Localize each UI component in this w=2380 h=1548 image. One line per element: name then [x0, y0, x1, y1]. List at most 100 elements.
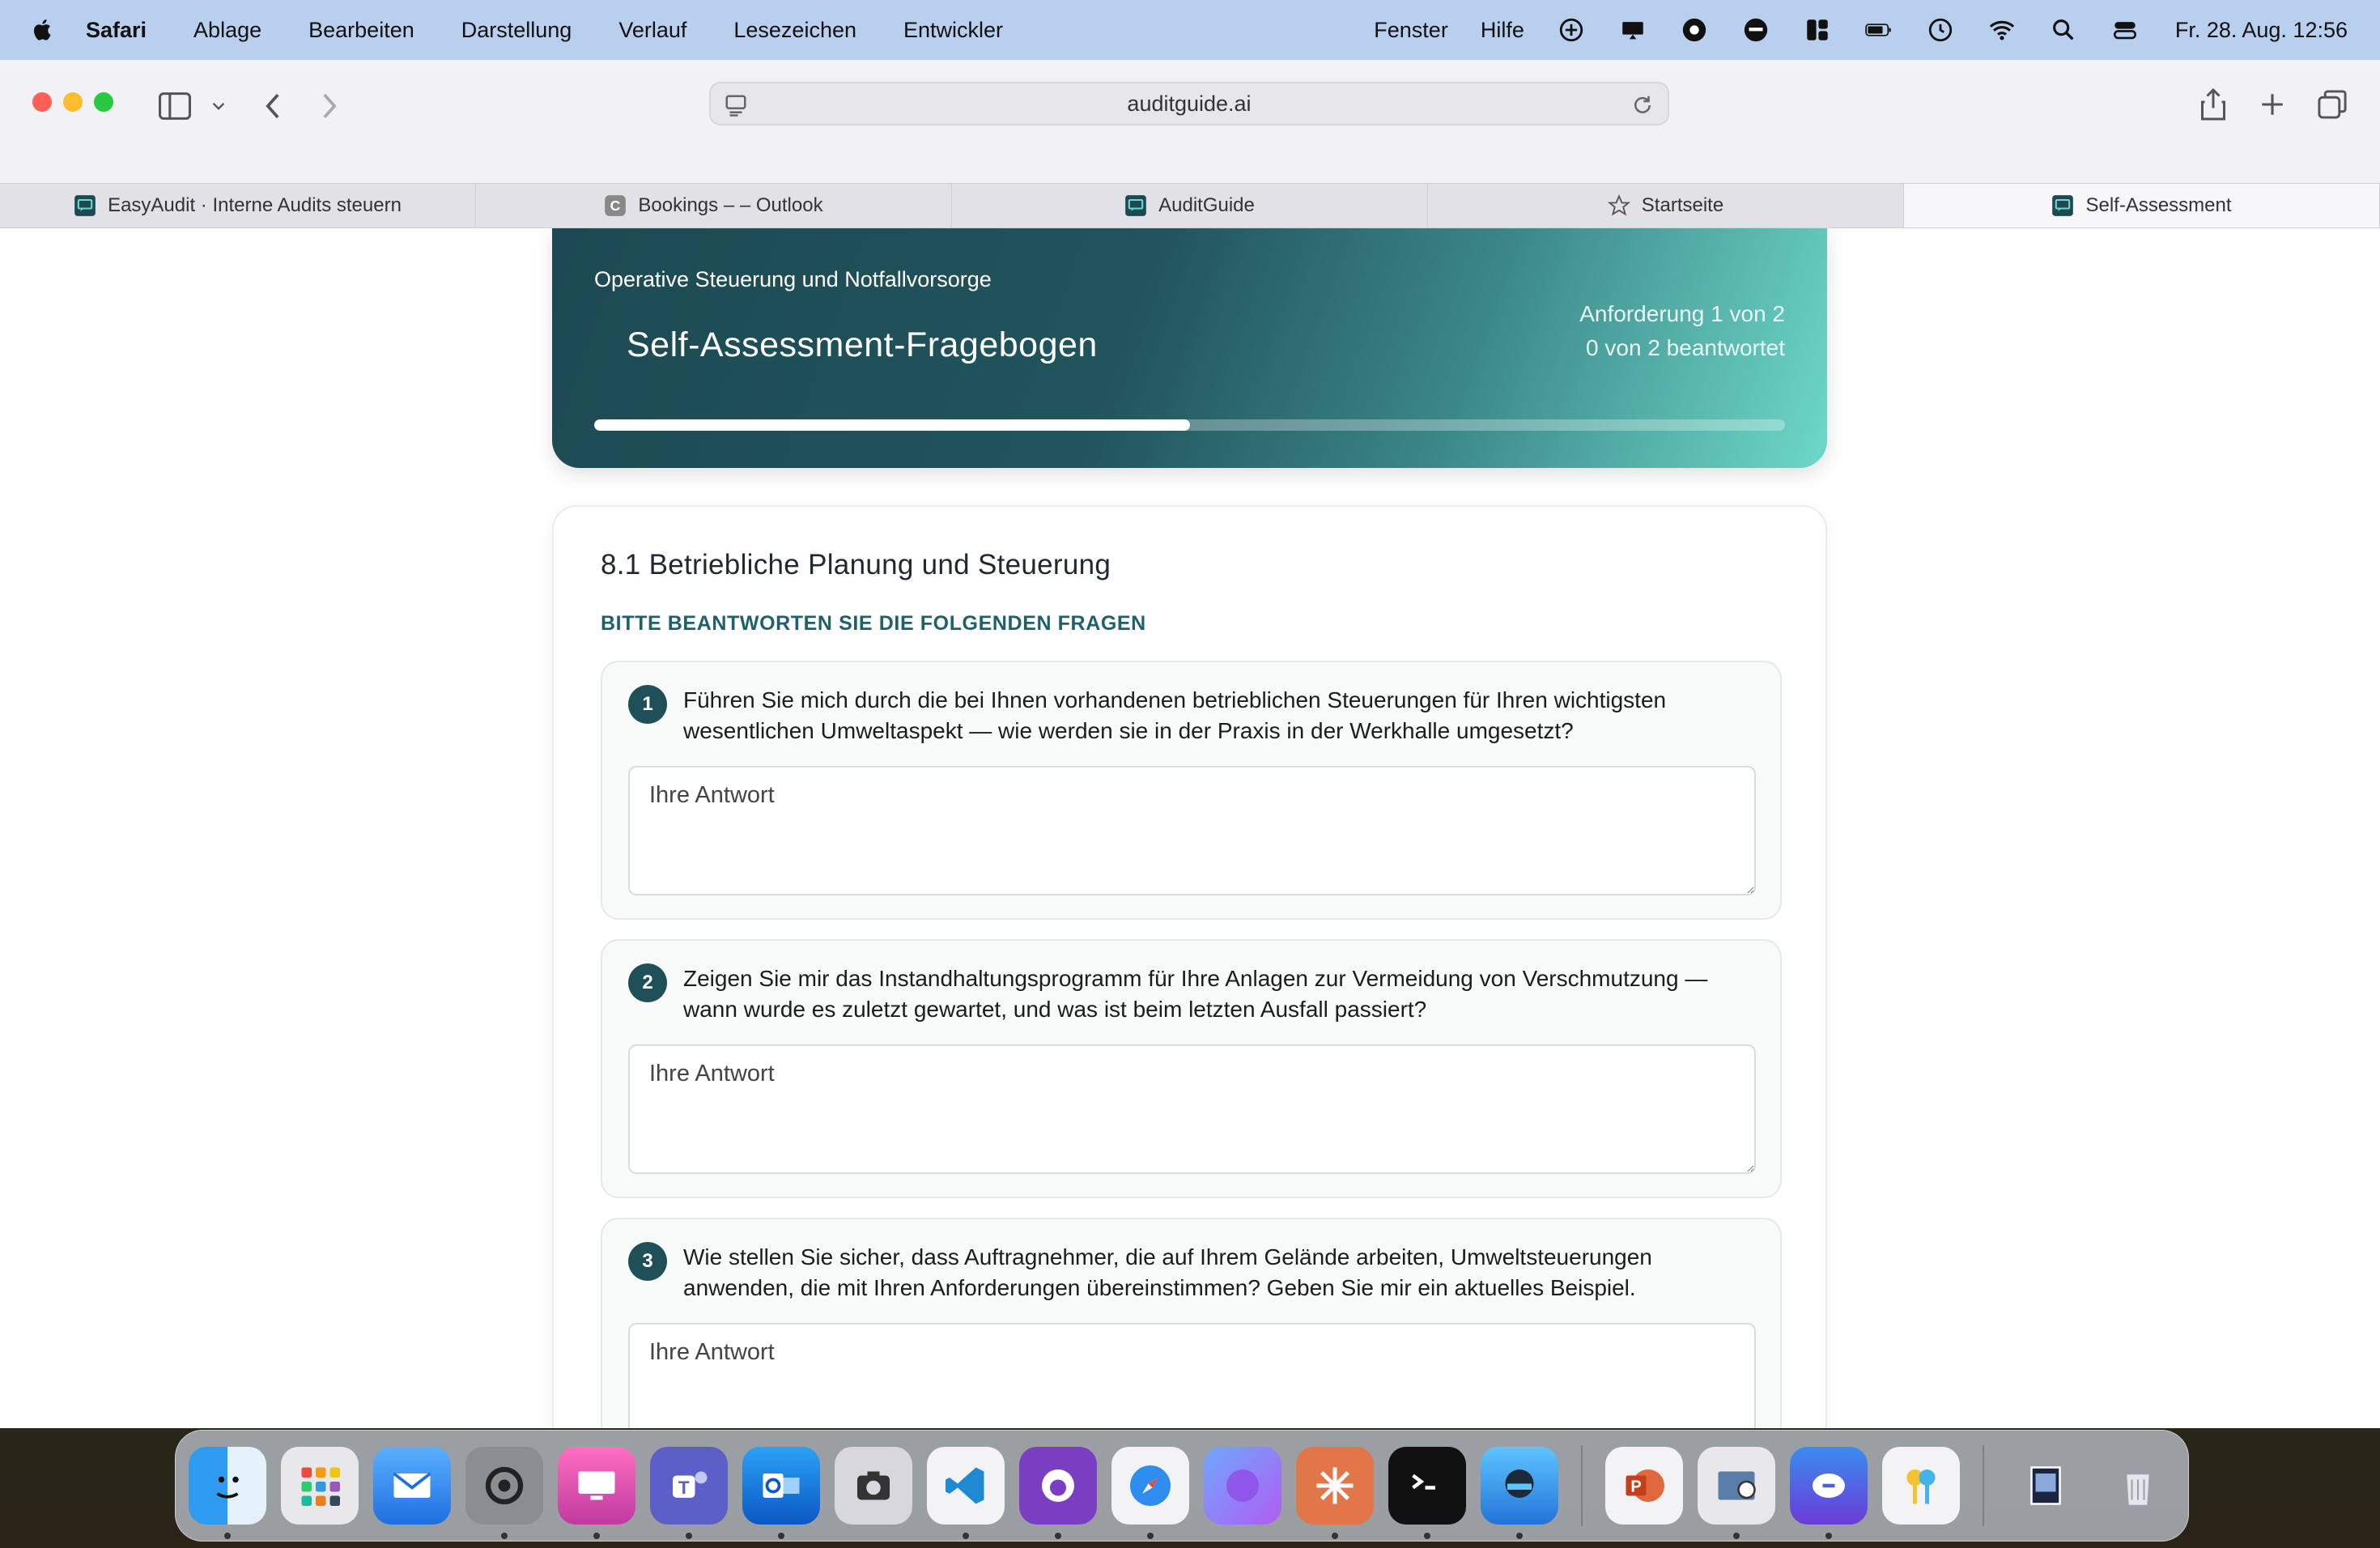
safari-icon[interactable] — [1111, 1447, 1189, 1539]
page-menu-icon[interactable] — [724, 93, 748, 117]
auditguide-favicon-icon — [1124, 194, 1147, 217]
battery-icon[interactable] — [1864, 15, 1893, 45]
chatgpt-icon[interactable] — [1557, 15, 1586, 45]
menu-entwickler[interactable]: Entwickler — [903, 18, 1003, 43]
menu-verlauf[interactable]: Verlauf — [618, 18, 686, 43]
mail-icon[interactable] — [373, 1447, 451, 1525]
menu-app-name[interactable]: Safari — [86, 18, 147, 43]
siri-icon[interactable] — [1204, 1447, 1281, 1525]
incognito-icon[interactable] — [1741, 15, 1770, 45]
outlook-icon[interactable] — [742, 1447, 820, 1539]
tab-label: Startseite — [1641, 194, 1724, 216]
claude-icon[interactable] — [1296, 1447, 1374, 1539]
menu-bearbeiten[interactable]: Bearbeiten — [308, 18, 414, 43]
menubar-clock[interactable]: Fr. 28. Aug. 12:56 — [2175, 18, 2348, 43]
new-tab-icon[interactable] — [2259, 91, 2286, 118]
browser-toolbar: auditguide.ai CB Z M m W G — [0, 60, 2380, 232]
menu-fenster[interactable]: Fenster — [1374, 18, 1448, 43]
tab-auditguide[interactable]: AuditGuide — [952, 184, 1428, 228]
requirement-counter: Anforderung 1 von 2 — [1579, 301, 1785, 326]
address-bar[interactable]: auditguide.ai — [709, 82, 1669, 125]
tab-startseite[interactable]: Startseite — [1428, 184, 1904, 228]
answer-field[interactable] — [628, 1044, 1756, 1174]
question-number-badge: 3 — [628, 1242, 667, 1281]
display-icon[interactable] — [1618, 15, 1647, 45]
powerpoint-icon[interactable]: P — [1605, 1447, 1683, 1525]
section-prompt: BITTE BEANTWORTEN SIE DIE FOLGENDEN FRAG… — [601, 612, 1146, 635]
tab-label: AuditGuide — [1158, 194, 1255, 216]
hero-subtitle: Operative Steuerung und Notfallvorsorge — [594, 267, 992, 291]
zoom-window-button[interactable] — [94, 92, 113, 112]
tab-self-assessment[interactable]: Self-Assessment — [1904, 184, 2380, 228]
record-icon[interactable] — [1680, 15, 1709, 45]
menu-hilfe[interactable]: Hilfe — [1481, 18, 1524, 43]
spotlight-icon[interactable] — [2049, 15, 2078, 45]
forward-icon[interactable] — [317, 92, 342, 120]
minimize-window-button[interactable] — [63, 92, 83, 112]
answer-field[interactable] — [628, 766, 1756, 895]
preview-icon[interactable] — [1698, 1447, 1775, 1539]
svg-text:C: C — [610, 198, 621, 214]
svg-text:P: P — [1630, 1478, 1641, 1496]
window-manager-icon[interactable] — [1803, 15, 1832, 45]
star-icon — [1607, 194, 1630, 217]
close-window-button[interactable] — [32, 92, 52, 112]
control-center-icon[interactable] — [2110, 15, 2140, 45]
github-desktop-icon[interactable] — [1019, 1447, 1097, 1539]
dock: T P — [175, 1430, 2189, 1542]
c-favicon-icon: C — [604, 194, 627, 217]
section-title: 8.1 Betriebliche Planung und Steuerung — [601, 549, 1111, 580]
screenshot-icon[interactable] — [835, 1447, 912, 1525]
system-settings-icon[interactable] — [465, 1447, 543, 1539]
tab-label: Self-Assessment — [2085, 194, 2232, 216]
tab-overview-icon[interactable] — [2317, 89, 2348, 120]
apple-menu-icon[interactable] — [32, 16, 55, 44]
back-icon[interactable] — [261, 92, 285, 120]
screen-sharing-icon[interactable] — [558, 1447, 635, 1539]
question-item: 3 Wie stellen Sie sicher, dass Auftragne… — [601, 1218, 1782, 1428]
launchpad-icon[interactable] — [281, 1447, 359, 1525]
progress-bar — [594, 419, 1785, 431]
tab-easyaudit[interactable]: EasyAudit · Interne Audits steuern — [0, 184, 476, 228]
keychain-icon[interactable] — [1882, 1447, 1960, 1525]
question-text: Wie stellen Sie sicher, dass Auftragnehm… — [683, 1244, 1652, 1300]
page-title: Self-Assessment-Fragebogen — [627, 325, 1098, 364]
trash-icon[interactable] — [2099, 1447, 2177, 1525]
time-machine-icon[interactable] — [1926, 15, 1955, 45]
answer-field[interactable] — [628, 1323, 1756, 1428]
proxyman-icon[interactable] — [1481, 1447, 1558, 1539]
question-number-badge: 1 — [628, 685, 667, 724]
question-item: 2 Zeigen Sie mir das Instandhaltungsprog… — [601, 939, 1782, 1198]
chevron-down-icon[interactable] — [212, 100, 225, 112]
share-icon[interactable] — [2199, 87, 2228, 121]
question-number-badge: 2 — [628, 963, 667, 1002]
menu-darstellung[interactable]: Darstellung — [461, 18, 572, 43]
page-content: Operative Steuerung und Notfallvorsorge … — [0, 228, 2380, 1428]
progress-bar-fill — [594, 419, 1190, 431]
reload-icon[interactable] — [1630, 93, 1655, 117]
menu-bar: Safari Ablage Bearbeiten Darstellung Ver… — [0, 0, 2380, 60]
teams-icon[interactable]: T — [650, 1447, 728, 1539]
questionnaire-header: Operative Steuerung und Notfallvorsorge … — [552, 228, 1827, 468]
auditguide-favicon-icon — [2051, 194, 2074, 217]
image-stack-icon[interactable] — [2007, 1447, 2085, 1525]
finder-icon[interactable] — [189, 1447, 266, 1539]
question-text: Zeigen Sie mir das Instandhaltungsprogra… — [683, 966, 1708, 1022]
terminal-icon[interactable] — [1388, 1447, 1466, 1539]
tab-bookings[interactable]: C Bookings – – Outlook — [476, 184, 952, 228]
menu-lesezeichen[interactable]: Lesezeichen — [733, 18, 856, 43]
sidebar-toggle-icon[interactable] — [159, 92, 191, 120]
svg-text:T: T — [678, 1478, 690, 1498]
wifi-icon[interactable] — [1987, 15, 2017, 45]
auditguide-favicon-icon — [74, 194, 96, 217]
copilot-icon[interactable] — [1790, 1447, 1868, 1539]
tab-bar: EasyAudit · Interne Audits steuern C Boo… — [0, 183, 2380, 228]
answered-counter: 0 von 2 beantwortet — [1586, 335, 1785, 360]
address-text[interactable]: auditguide.ai — [1127, 91, 1251, 117]
dock-separator — [1983, 1445, 1984, 1526]
menu-ablage[interactable]: Ablage — [193, 18, 261, 43]
vscode-icon[interactable] — [927, 1447, 1005, 1539]
tab-label: EasyAudit · Interne Audits steuern — [108, 194, 402, 216]
question-item: 1 Führen Sie mich durch die bei Ihnen vo… — [601, 661, 1782, 920]
window-controls — [32, 92, 113, 112]
